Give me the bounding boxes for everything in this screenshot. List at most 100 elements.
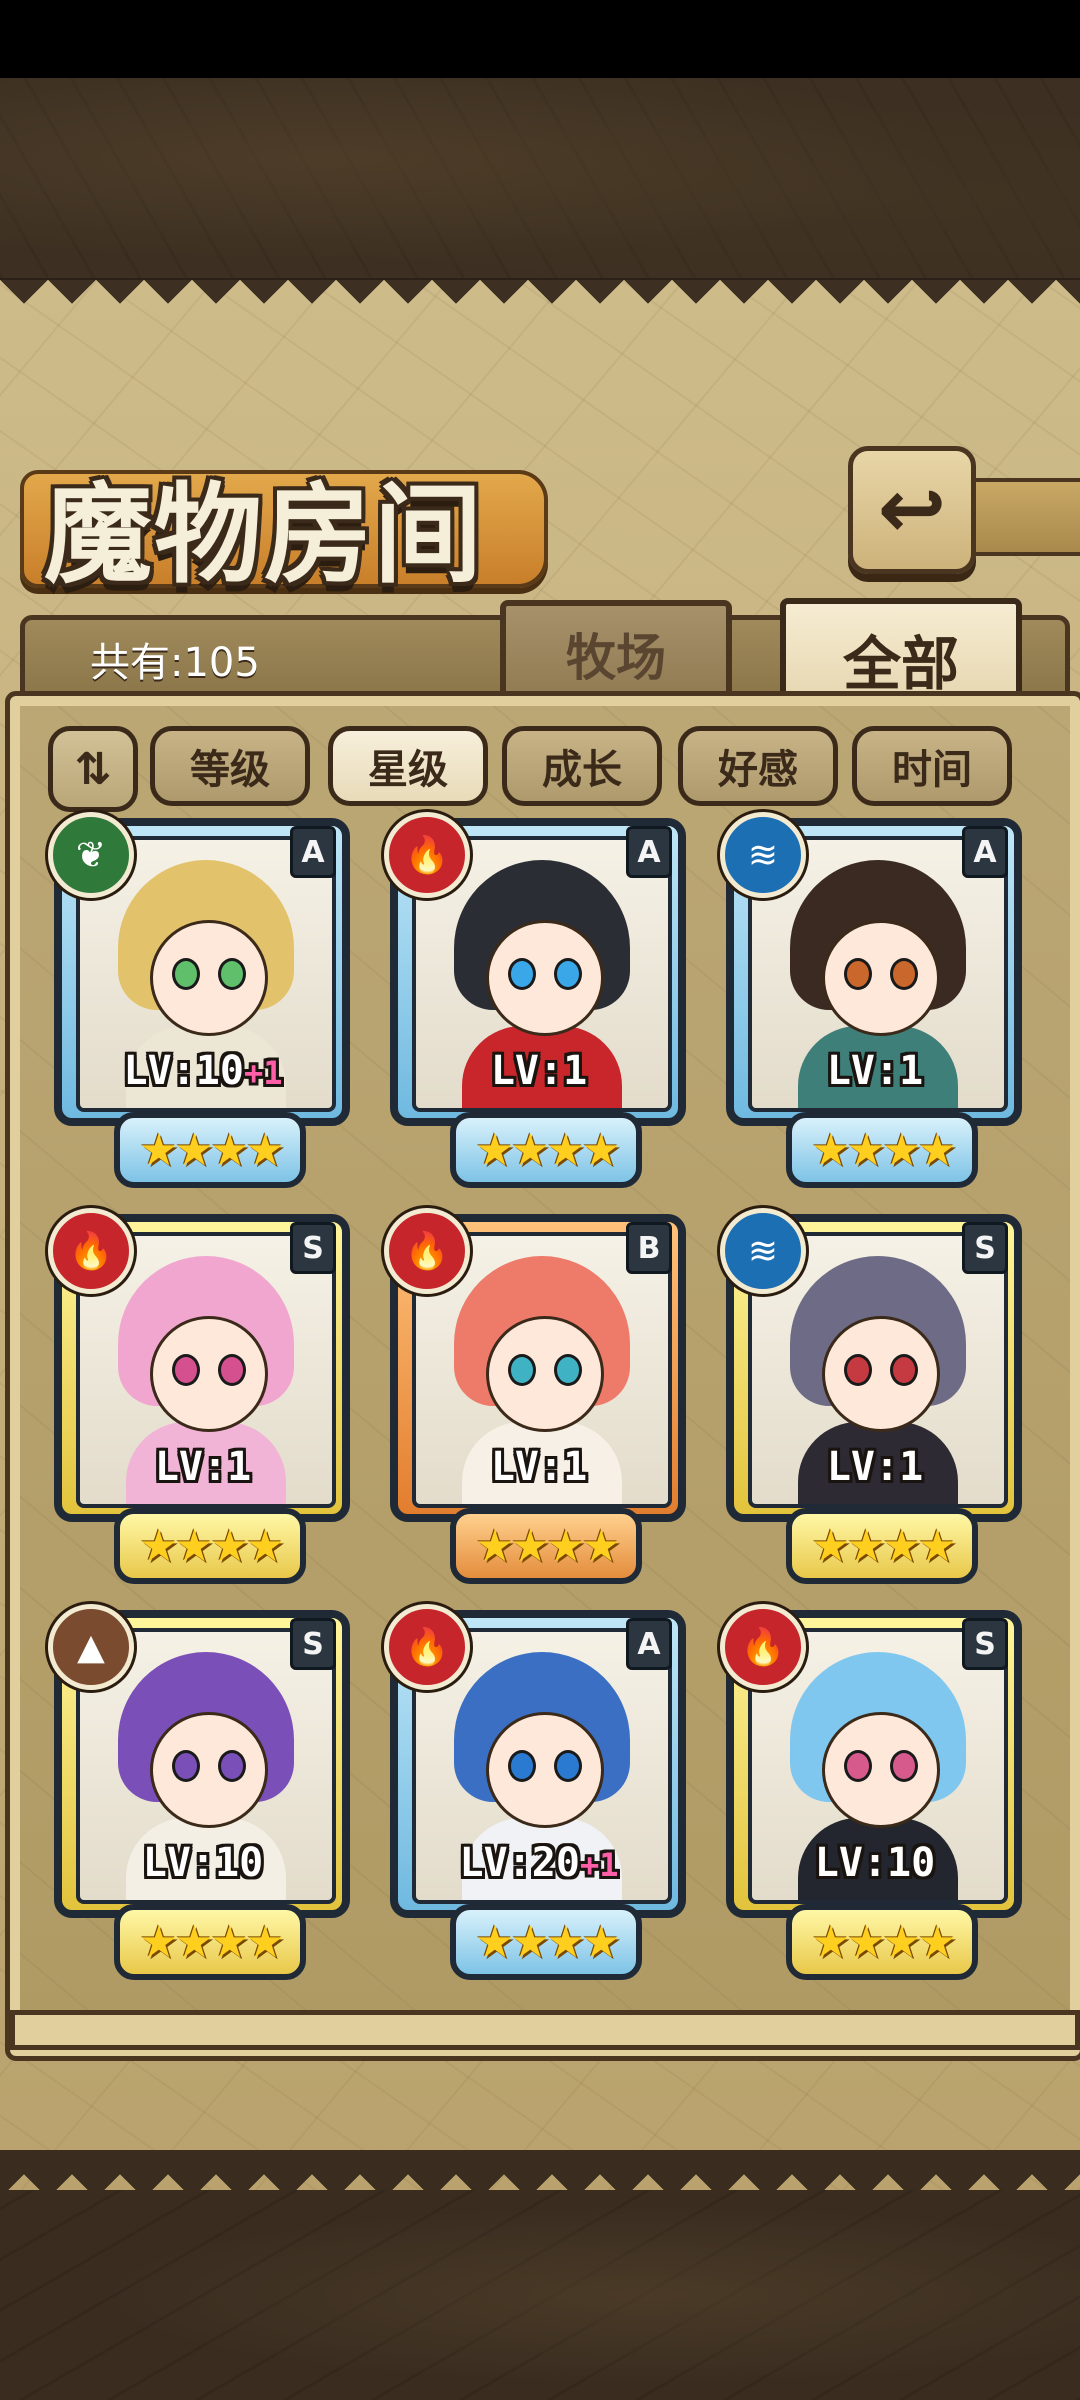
fire-element-icon: 🔥	[384, 812, 470, 898]
portrait-eye	[890, 958, 918, 990]
level-label: LV:1	[720, 1444, 1030, 1490]
fire-element-icon: 🔥	[384, 1208, 470, 1294]
level-label: LV:20+1	[384, 1840, 694, 1886]
sort-star-button[interactable]: 星级	[328, 726, 488, 806]
star-rating: ★★★★	[786, 1508, 978, 1584]
portrait-eye	[218, 1750, 246, 1782]
rank-badge: A	[626, 1618, 672, 1670]
portrait-eye	[844, 958, 872, 990]
level-value: LV:20	[459, 1840, 580, 1886]
level-bonus: +1	[243, 1054, 283, 1092]
star-rating: ★★★★	[786, 1904, 978, 1980]
water-element-icon: ≋	[720, 812, 806, 898]
panel-bottom-bar	[10, 2010, 1080, 2050]
fire-element-icon: 🔥	[48, 1208, 134, 1294]
portrait-face	[150, 1712, 268, 1828]
level-label: LV:10	[720, 1840, 1030, 1886]
back-button[interactable]: ↩	[848, 446, 976, 574]
back-arrow-icon: ↩	[877, 462, 947, 557]
portrait-face	[822, 1712, 940, 1828]
portrait-eye	[554, 1750, 582, 1782]
star-rating: ★★★★	[450, 1904, 642, 1980]
page-title: 魔物房间	[44, 472, 485, 598]
portrait-eye	[844, 1750, 872, 1782]
portrait-face	[486, 920, 604, 1036]
grass-element-icon: ❦	[48, 812, 134, 898]
level-value: LV:1	[490, 1444, 588, 1490]
fire-element-icon: 🔥	[384, 1604, 470, 1690]
monster-card[interactable]: A ≋ LV:1 ★★★★	[720, 812, 1030, 1188]
rank-badge: A	[626, 826, 672, 878]
portrait-face	[822, 1316, 940, 1432]
level-value: LV:1	[154, 1444, 252, 1490]
portrait-eye	[554, 958, 582, 990]
portrait-face	[150, 920, 268, 1036]
portrait-eye	[844, 1354, 872, 1386]
status-bar	[0, 0, 1080, 78]
monster-card[interactable]: S 🔥 LV:1 ★★★★	[48, 1208, 358, 1584]
sort-affection-button[interactable]: 好感	[678, 726, 838, 806]
star-rating: ★★★★	[450, 1508, 642, 1584]
sort-growth-button[interactable]: 成长	[502, 726, 662, 806]
portrait-eye	[218, 1354, 246, 1386]
star-rating: ★★★★	[114, 1112, 306, 1188]
level-label: LV:1	[720, 1048, 1030, 1094]
rank-badge: B	[626, 1222, 672, 1274]
portrait-eye	[890, 1750, 918, 1782]
rank-badge: A	[290, 826, 336, 878]
level-value: LV:1	[490, 1048, 588, 1094]
level-label: LV:1	[384, 1048, 694, 1094]
torn-edge-bottom	[0, 2110, 1080, 2190]
monster-card[interactable]: A ❦ LV:10+1 ★★★★	[48, 812, 358, 1188]
level-value: LV:10	[142, 1840, 264, 1886]
rank-badge: S	[290, 1222, 336, 1274]
level-label: LV:1	[384, 1444, 694, 1490]
water-element-icon: ≋	[720, 1208, 806, 1294]
portrait-eye	[172, 1354, 200, 1386]
portrait-face	[822, 920, 940, 1036]
map-background-top	[0, 78, 1080, 278]
level-value: LV:10	[123, 1048, 244, 1094]
tab-farm[interactable]: 牧场	[500, 600, 732, 707]
monster-card[interactable]: S ≋ LV:1 ★★★★	[720, 1208, 1030, 1584]
level-value: LV:1	[826, 1444, 924, 1490]
rank-badge: S	[962, 1618, 1008, 1670]
level-label: LV:10+1	[48, 1048, 358, 1094]
level-value: LV:10	[814, 1840, 936, 1886]
star-rating: ★★★★	[114, 1508, 306, 1584]
star-rating: ★★★★	[786, 1112, 978, 1188]
monster-card[interactable]: S 🔥 LV:10 ★★★★	[720, 1604, 1030, 1980]
portrait-eye	[172, 1750, 200, 1782]
level-label: LV:10	[48, 1840, 358, 1886]
portrait-face	[486, 1316, 604, 1432]
level-value: LV:1	[826, 1048, 924, 1094]
portrait-face	[150, 1316, 268, 1432]
portrait-eye	[554, 1354, 582, 1386]
map-background-bottom	[0, 2190, 1080, 2400]
earth-element-icon: ▲	[48, 1604, 134, 1690]
rank-badge: S	[962, 1222, 1008, 1274]
portrait-face	[486, 1712, 604, 1828]
portrait-eye	[508, 1750, 536, 1782]
back-rail	[966, 478, 1080, 556]
star-rating: ★★★★	[114, 1904, 306, 1980]
monster-card[interactable]: S ▲ LV:10 ★★★★	[48, 1604, 358, 1980]
portrait-eye	[508, 1354, 536, 1386]
portrait-eye	[218, 958, 246, 990]
monster-card[interactable]: A 🔥 LV:20+1 ★★★★	[384, 1604, 694, 1980]
portrait-eye	[172, 958, 200, 990]
monster-card[interactable]: A 🔥 LV:1 ★★★★	[384, 812, 694, 1188]
rank-badge: S	[290, 1618, 336, 1670]
fire-element-icon: 🔥	[720, 1604, 806, 1690]
torn-edge-top	[0, 280, 1080, 328]
sort-level-button[interactable]: 等级	[150, 726, 310, 806]
star-rating: ★★★★	[450, 1112, 642, 1188]
monster-count: 共有:105	[90, 640, 260, 686]
sort-time-button[interactable]: 时间	[852, 726, 1012, 806]
monster-card[interactable]: B 🔥 LV:1 ★★★★	[384, 1208, 694, 1584]
level-bonus: +1	[579, 1846, 619, 1884]
portrait-eye	[508, 958, 536, 990]
level-label: LV:1	[48, 1444, 358, 1490]
sort-order-toggle[interactable]: ⇅	[48, 726, 138, 812]
rank-badge: A	[962, 826, 1008, 878]
